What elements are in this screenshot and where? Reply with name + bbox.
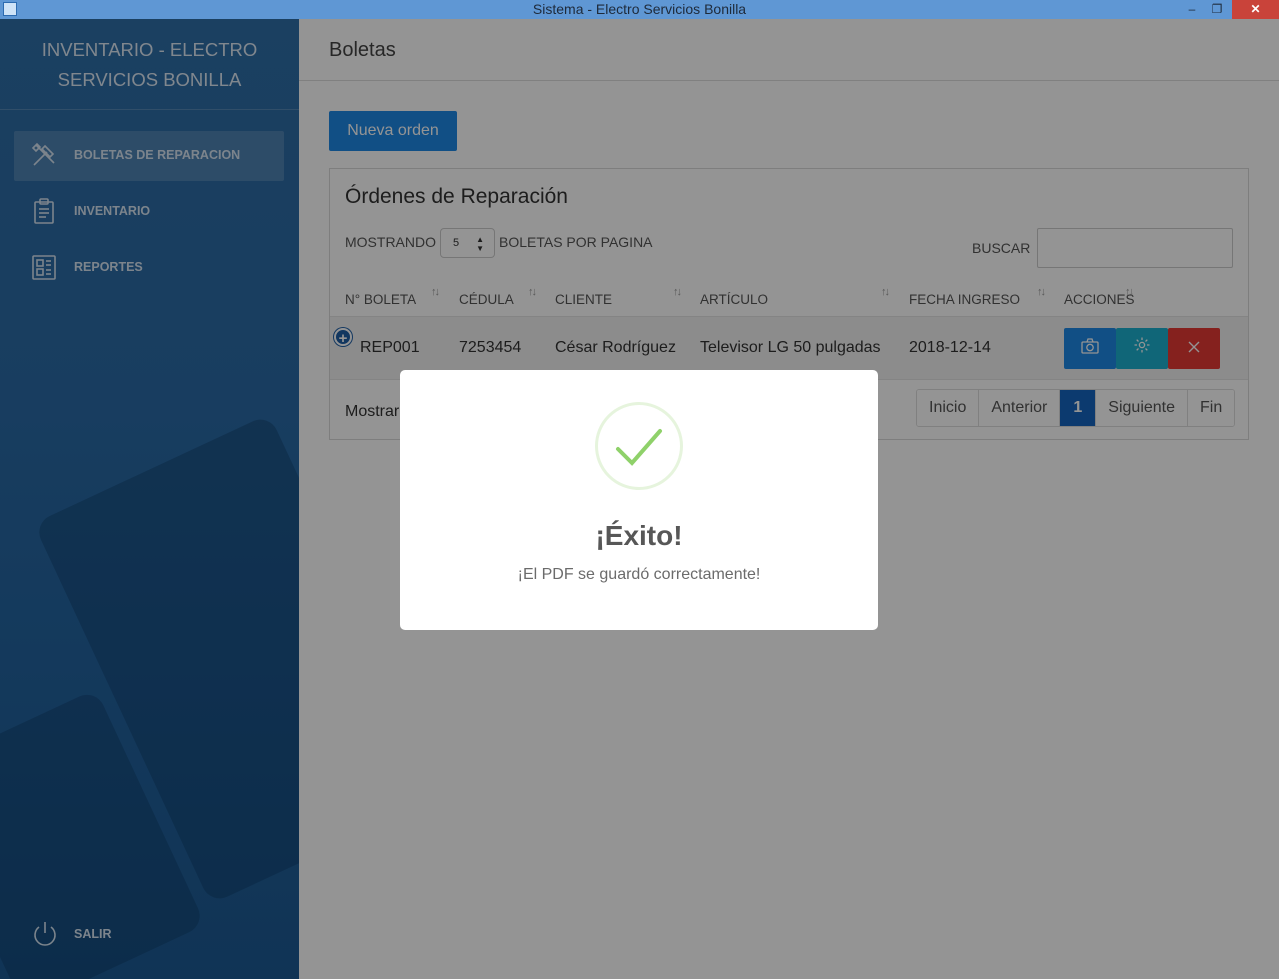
modal-title: ¡Éxito! [595,520,683,551]
maximize-button[interactable]: ❐ [1208,0,1226,19]
window-title: Sistema - Electro Servicios Bonilla [532,1,747,17]
modal-message: ¡El PDF se guardó correctamente! [517,566,761,583]
close-window-button[interactable]: ✕ [1232,0,1279,19]
window-titlebar: Sistema - Electro Servicios Bonilla – ❐ … [0,0,1279,19]
minimize-button[interactable]: – [1183,0,1201,19]
success-modal: ¡Éxito! ¡El PDF se guardó correctamente! [400,370,878,630]
success-check-icon [595,402,683,490]
app-icon [3,2,17,16]
